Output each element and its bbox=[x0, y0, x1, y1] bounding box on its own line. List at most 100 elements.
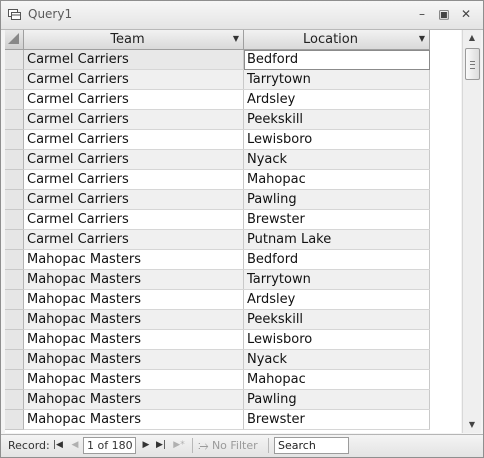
location-cell[interactable]: Pawling bbox=[243, 389, 430, 410]
team-cell[interactable]: Carmel Carriers bbox=[23, 109, 244, 130]
team-cell[interactable]: Carmel Carriers bbox=[23, 189, 244, 210]
location-cell[interactable]: Nyack bbox=[243, 349, 430, 370]
location-cell[interactable]: Ardsley bbox=[243, 89, 430, 110]
team-cell[interactable]: Carmel Carriers bbox=[23, 69, 244, 90]
record-selector[interactable] bbox=[5, 89, 24, 110]
record-selector[interactable] bbox=[5, 249, 24, 270]
scrollbar-thumb[interactable] bbox=[465, 48, 480, 80]
record-selector[interactable] bbox=[5, 269, 24, 290]
location-cell[interactable]: Mahopac bbox=[243, 369, 430, 390]
team-cell[interactable]: Carmel Carriers bbox=[23, 169, 244, 190]
record-selector[interactable] bbox=[5, 169, 24, 190]
location-cell[interactable]: Peekskill bbox=[243, 109, 430, 130]
table-row[interactable]: Carmel Carriers Peekskill bbox=[5, 109, 430, 130]
record-selector[interactable] bbox=[5, 329, 24, 350]
team-cell[interactable]: Mahopac Masters bbox=[23, 409, 244, 430]
table-row[interactable]: Mahopac Masters Pawling bbox=[5, 389, 430, 410]
table-row[interactable]: Carmel Carriers Putnam Lake bbox=[5, 229, 430, 250]
team-cell[interactable]: Carmel Carriers bbox=[23, 209, 244, 230]
location-cell[interactable]: Ardsley bbox=[243, 289, 430, 310]
previous-record-icon[interactable]: ◀ bbox=[69, 438, 81, 452]
record-selector[interactable] bbox=[5, 109, 24, 130]
location-cell[interactable]: Brewster bbox=[243, 409, 430, 430]
search-input[interactable]: Search bbox=[274, 437, 349, 454]
minimize-button[interactable]: – bbox=[413, 6, 431, 22]
team-cell[interactable]: Mahopac Masters bbox=[23, 389, 244, 410]
table-row[interactable]: Carmel Carriers Pawling bbox=[5, 189, 430, 210]
location-cell[interactable]: Putnam Lake bbox=[243, 229, 430, 250]
filter-status[interactable]: ⧴ No Filter bbox=[198, 439, 258, 453]
next-record-icon[interactable]: ▶ bbox=[140, 438, 152, 452]
location-cell[interactable]: Mahopac bbox=[243, 169, 430, 190]
sort-filter-dropdown-icon[interactable]: ▼ bbox=[233, 34, 239, 43]
current-record-field[interactable]: 1 of 180 bbox=[83, 437, 136, 454]
record-selector[interactable] bbox=[5, 409, 24, 430]
record-selector[interactable] bbox=[5, 229, 24, 250]
first-record-icon[interactable]: |◀ bbox=[52, 438, 64, 452]
record-selector[interactable] bbox=[5, 309, 24, 330]
record-selector[interactable] bbox=[5, 289, 24, 310]
location-cell[interactable]: Nyack bbox=[243, 149, 430, 170]
table-row[interactable]: Carmel Carriers Ardsley bbox=[5, 89, 430, 110]
maximize-button[interactable]: ▣ bbox=[435, 6, 453, 22]
table-row[interactable]: Mahopac Masters Ardsley bbox=[5, 289, 430, 310]
table-row[interactable]: Carmel Carriers Bedford bbox=[5, 49, 430, 70]
new-record-icon[interactable]: ▶* bbox=[173, 438, 185, 452]
scroll-down-icon[interactable]: ▼ bbox=[463, 417, 481, 433]
table-row[interactable]: Carmel Carriers Lewisboro bbox=[5, 129, 430, 150]
record-label: Record: bbox=[8, 439, 50, 452]
location-cell[interactable]: Bedford bbox=[243, 49, 430, 70]
table-row[interactable]: Mahopac Masters Lewisboro bbox=[5, 329, 430, 350]
table-row[interactable]: Carmel Carriers Tarrytown bbox=[5, 69, 430, 90]
team-cell[interactable]: Mahopac Masters bbox=[23, 349, 244, 370]
location-cell[interactable]: Brewster bbox=[243, 209, 430, 230]
record-selector[interactable] bbox=[5, 149, 24, 170]
table-row[interactable]: Mahopac Masters Mahopac bbox=[5, 369, 430, 390]
table-row[interactable]: Mahopac Masters Bedford bbox=[5, 249, 430, 270]
team-cell[interactable]: Carmel Carriers bbox=[23, 49, 244, 70]
last-record-icon[interactable]: ▶| bbox=[155, 438, 167, 452]
record-selector[interactable] bbox=[5, 349, 24, 370]
record-selector[interactable] bbox=[5, 189, 24, 210]
record-selector[interactable] bbox=[5, 49, 24, 70]
location-cell[interactable]: Pawling bbox=[243, 189, 430, 210]
team-cell[interactable]: Carmel Carriers bbox=[23, 149, 244, 170]
location-cell[interactable]: Lewisboro bbox=[243, 329, 430, 350]
team-cell[interactable]: Carmel Carriers bbox=[23, 89, 244, 110]
record-selector[interactable] bbox=[5, 69, 24, 90]
location-cell[interactable]: Peekskill bbox=[243, 309, 430, 330]
team-cell[interactable]: Mahopac Masters bbox=[23, 369, 244, 390]
team-cell[interactable]: Mahopac Masters bbox=[23, 329, 244, 350]
close-button[interactable]: ✕ bbox=[457, 6, 475, 22]
team-cell[interactable]: Mahopac Masters bbox=[23, 249, 244, 270]
table-row[interactable]: Carmel Carriers Mahopac bbox=[5, 169, 430, 190]
record-navigation-bar: Record: |◀ ◀ 1 of 180 ▶ ▶| ▶* ⧴ No Filte… bbox=[1, 434, 483, 457]
record-selector[interactable] bbox=[5, 389, 24, 410]
team-cell[interactable]: Mahopac Masters bbox=[23, 289, 244, 310]
column-header-location[interactable]: Location ▼ bbox=[243, 30, 430, 50]
column-header-team[interactable]: Team ▼ bbox=[23, 30, 244, 50]
table-row[interactable]: Carmel Carriers Brewster bbox=[5, 209, 430, 230]
team-cell[interactable]: Mahopac Masters bbox=[23, 269, 244, 290]
datasheet-grid: Team ▼ Location ▼ Carmel Carriers Bedford… bbox=[5, 30, 461, 433]
sort-filter-dropdown-icon[interactable]: ▼ bbox=[419, 34, 425, 43]
table-row[interactable]: Mahopac Masters Peekskill bbox=[5, 309, 430, 330]
record-selector[interactable] bbox=[5, 209, 24, 230]
location-cell[interactable]: Tarrytown bbox=[243, 69, 430, 90]
vertical-scrollbar[interactable]: ▲ ▼ bbox=[462, 30, 481, 433]
record-selector[interactable] bbox=[5, 129, 24, 150]
scroll-up-icon[interactable]: ▲ bbox=[463, 30, 481, 46]
record-selector[interactable] bbox=[5, 369, 24, 390]
location-cell[interactable]: Bedford bbox=[243, 249, 430, 270]
table-row[interactable]: Mahopac Masters Tarrytown bbox=[5, 269, 430, 290]
table-row[interactable]: Mahopac Masters Brewster bbox=[5, 409, 430, 430]
location-cell[interactable]: Tarrytown bbox=[243, 269, 430, 290]
team-cell[interactable]: Carmel Carriers bbox=[23, 129, 244, 150]
team-cell[interactable]: Carmel Carriers bbox=[23, 229, 244, 250]
table-row[interactable]: Carmel Carriers Nyack bbox=[5, 149, 430, 170]
location-cell[interactable]: Lewisboro bbox=[243, 129, 430, 150]
table-row[interactable]: Mahopac Masters Nyack bbox=[5, 349, 430, 370]
team-cell[interactable]: Mahopac Masters bbox=[23, 309, 244, 330]
title-bar[interactable]: Query1 – ▣ ✕ bbox=[1, 1, 483, 30]
select-all-button[interactable] bbox=[5, 30, 24, 50]
